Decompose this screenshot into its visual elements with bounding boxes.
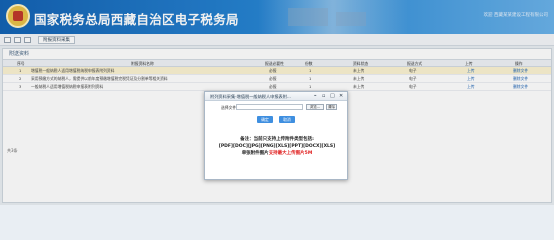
minimize-icon[interactable]: –: [314, 93, 317, 100]
upload-dialog: 附列资料采集-增值税一般纳税人申报表附... – ▫ □ ✕ 选择文件 浏览..…: [204, 91, 348, 180]
close-icon[interactable]: ✕: [339, 93, 343, 100]
dialog-titlebar: 附列资料采集-增值税一般纳税人申报表附... – ▫ □ ✕: [205, 92, 347, 101]
clear-button[interactable]: 清除: [326, 104, 337, 110]
restore-icon[interactable]: ▫: [322, 93, 325, 100]
maximize-icon[interactable]: □: [330, 93, 335, 100]
file-label: 选择文件: [221, 105, 237, 110]
cancel-button[interactable]: 取消: [279, 116, 295, 123]
browse-button[interactable]: 浏览...: [306, 104, 324, 110]
confirm-button[interactable]: 确定: [257, 116, 273, 123]
note-line-3: 单张附件图片支持最大上传图片5M: [205, 150, 349, 157]
note-prefix: 单张附件图片: [241, 151, 269, 156]
note-line-2: [PDF][DOC][JPG][PNG][XLS][PPT][DOCX][XLS…: [218, 144, 336, 149]
file-path-input[interactable]: [236, 104, 303, 110]
note-size-limit: 支持最大上传图片5M: [268, 151, 313, 156]
note-line-1: 备注：当前只支持上传附件类型包括:: [240, 137, 314, 142]
dialog-title: 附列资料采集-增值税一般纳税人申报表附...: [210, 94, 291, 99]
